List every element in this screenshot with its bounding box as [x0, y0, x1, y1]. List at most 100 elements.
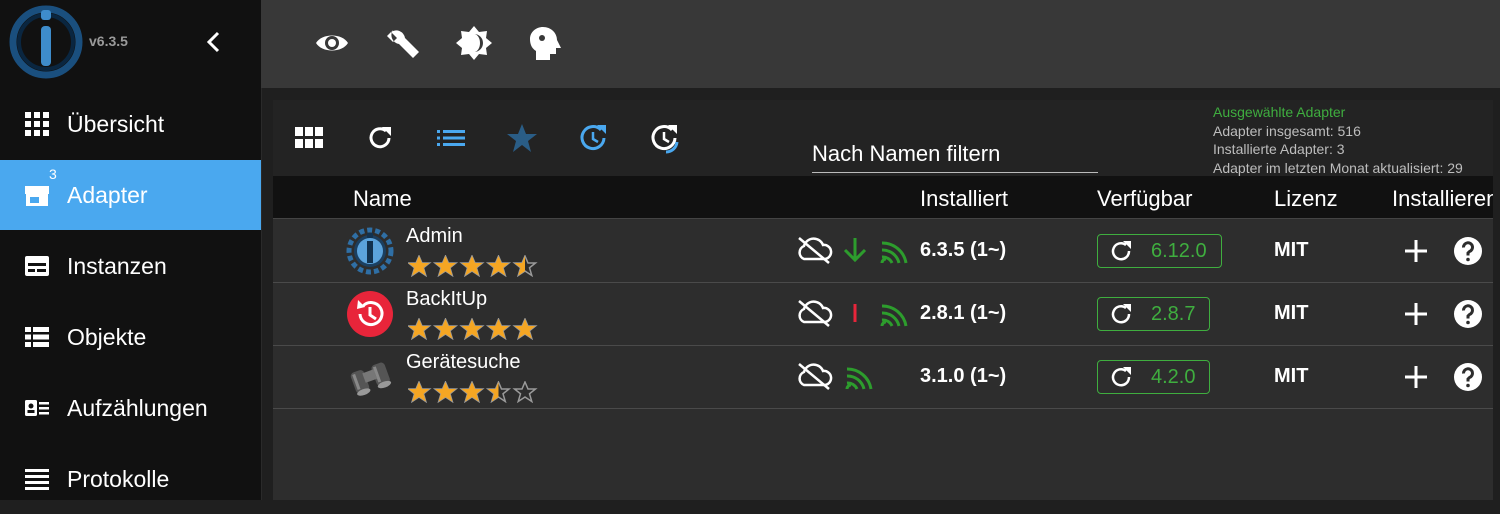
installed-version: 3.1.0 (1~)	[920, 365, 1007, 387]
sidebar-item-label: Protokolle	[67, 465, 170, 492]
adapter-count-badge: 3	[49, 166, 57, 182]
rating-star	[512, 255, 538, 277]
column-header-install[interactable]: Installieren	[1392, 186, 1493, 212]
rating-star	[459, 381, 485, 403]
adapter-name: Admin	[406, 225, 463, 247]
adapter-panel: Ausgewählte Adapter Adapter insgesamt: 5…	[273, 100, 1493, 500]
sidebar-item-instanzen[interactable]: Instanzen	[0, 231, 261, 301]
table-row[interactable]: Admin 6.3.5 (1~) 6.12.0 MIT	[273, 219, 1493, 283]
rating-star	[512, 381, 538, 403]
help-icon[interactable]	[1453, 236, 1483, 266]
rating-star	[432, 318, 459, 340]
available-version: 2.8.7	[1151, 302, 1196, 325]
add-instance-icon[interactable]	[1401, 299, 1431, 329]
selected-adapters-label: Ausgewählte Adapter	[1213, 104, 1346, 120]
license-label[interactable]: MIT	[1274, 302, 1308, 325]
column-header-license[interactable]: Lizenz	[1274, 186, 1338, 212]
available-version: 6.12.0	[1151, 239, 1207, 262]
name-filter-input[interactable]	[812, 136, 1098, 172]
add-instance-icon[interactable]	[1401, 236, 1431, 266]
backitup-logo-icon	[347, 291, 393, 337]
column-header-available[interactable]: Verfügbar	[1097, 186, 1192, 212]
column-header-installed[interactable]: Installiert	[920, 186, 1008, 212]
grid-icon	[25, 112, 49, 136]
tile-view-icon[interactable]	[293, 122, 325, 154]
available-version: 4.2.0	[1151, 365, 1196, 388]
logo-area: v6.3.5	[0, 0, 261, 88]
adapter-toolbar: Ausgewählte Adapter Adapter insgesamt: 5…	[273, 100, 1493, 176]
star-icon[interactable]	[506, 122, 538, 154]
rating-star	[408, 255, 432, 277]
id-card-icon	[25, 400, 49, 416]
refresh-icon	[1111, 367, 1131, 387]
refresh-icon[interactable]	[364, 122, 396, 154]
rating-star	[459, 318, 485, 340]
adapter-stats: Ausgewählte Adapter Adapter insgesamt: 5…	[1213, 103, 1463, 177]
expert-mode-icon[interactable]	[526, 24, 564, 62]
sidebar-item-objekte[interactable]: Objekte	[0, 302, 261, 372]
rating-star	[485, 318, 512, 340]
table-header: Name Installiert Verfügbar Lizenz Instal…	[273, 176, 1493, 219]
version-label: v6.3.5	[89, 33, 128, 49]
update-button[interactable]: 2.8.7	[1097, 297, 1211, 331]
sidebar-item-aufzaehlungen[interactable]: Aufzählungen	[0, 373, 261, 443]
top-app-bar	[261, 0, 1500, 88]
help-icon[interactable]	[1453, 299, 1483, 329]
table-row[interactable]: Gerätesuche 3.1.0 (1~) 4.2.0 MIT	[273, 345, 1493, 409]
menu-lines-icon	[25, 469, 49, 490]
help-icon[interactable]	[1453, 362, 1483, 392]
admin-logo-icon	[346, 227, 394, 275]
store-icon	[25, 186, 49, 206]
wrench-icon[interactable]	[384, 24, 422, 62]
refresh-icon	[1111, 304, 1131, 324]
license-label[interactable]: MIT	[1274, 365, 1308, 388]
sidebar-item-uebersicht[interactable]: Übersicht	[0, 89, 261, 159]
sidebar-item-label: Instanzen	[67, 252, 167, 279]
update-all-icon[interactable]	[648, 122, 680, 154]
cloud-off-icon	[798, 237, 833, 264]
sidebar-item-adapter[interactable]: 3 Adapter	[0, 160, 261, 230]
update-button[interactable]: 4.2.0	[1097, 360, 1211, 394]
updated-adapters-label: Adapter im letzten Monat aktualisiert: 2…	[1213, 159, 1463, 176]
instances-icon	[25, 256, 49, 276]
list-view-icon[interactable]	[435, 122, 467, 154]
adapter-name: BackItUp	[406, 288, 488, 310]
rating-star	[408, 381, 432, 403]
adapter-name: Gerätesuche	[406, 351, 521, 373]
cloud-off-icon	[798, 363, 833, 390]
sidebar-item-protokolle[interactable]: Protokolle	[0, 444, 261, 514]
table-row[interactable]: BackItUp 2.8.1 (1~) 2.8.7 MIT	[273, 282, 1493, 346]
cloud-off-icon	[798, 300, 833, 327]
rating-stars	[408, 255, 538, 277]
signal-icon	[845, 367, 873, 390]
refresh-icon	[1111, 241, 1131, 261]
list-icon	[25, 327, 49, 347]
license-label[interactable]: MIT	[1274, 239, 1308, 262]
binoculars-icon	[350, 362, 392, 396]
rating-stars	[408, 318, 538, 340]
sidebar-item-label: Adapter	[67, 181, 148, 208]
sidebar-item-label: Aufzählungen	[67, 394, 208, 421]
sidebar: v6.3.5 Übersicht 3 Adapter Instanzen Obj…	[0, 0, 262, 500]
signal-icon	[880, 304, 908, 327]
iobroker-logo-icon	[9, 5, 83, 79]
brightness-icon[interactable]	[455, 24, 493, 62]
rating-star	[512, 318, 538, 340]
update-button[interactable]: 6.12.0	[1097, 234, 1222, 268]
total-adapters-label: Adapter insgesamt: 516	[1213, 122, 1361, 139]
add-instance-icon[interactable]	[1401, 362, 1431, 392]
eye-icon[interactable]	[313, 24, 351, 62]
rating-star	[432, 381, 459, 403]
rating-star	[408, 318, 432, 340]
rating-star	[485, 255, 512, 277]
rating-star	[432, 255, 459, 277]
rating-stars	[408, 381, 538, 403]
rating-star	[485, 381, 512, 403]
update-icon[interactable]	[577, 122, 609, 154]
column-header-name[interactable]: Name	[353, 186, 412, 212]
installed-version: 6.3.5 (1~)	[920, 239, 1007, 261]
signal-icon	[880, 241, 908, 264]
rating-star	[459, 255, 485, 277]
chevron-left-icon[interactable]	[200, 28, 228, 56]
warning-bar-icon	[853, 304, 857, 322]
